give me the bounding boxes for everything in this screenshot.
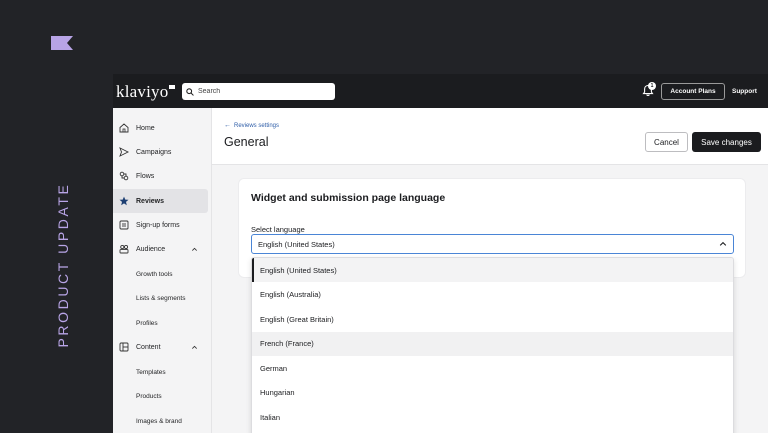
sidebar-item-label: Templates: [136, 368, 166, 376]
flows-icon: [119, 171, 129, 181]
arrow-left-icon: ←: [224, 122, 231, 129]
sidebar-item-audience[interactable]: Audience: [113, 237, 208, 261]
cancel-button[interactable]: Cancel: [645, 132, 688, 152]
home-icon: [119, 123, 129, 133]
account-plans-button[interactable]: Account Plans: [661, 83, 725, 100]
sidebar-item-label: Flows: [136, 172, 155, 180]
sidebar-item-flows[interactable]: Flows: [113, 164, 208, 188]
language-option-french-france[interactable]: French (France): [252, 331, 733, 356]
star-icon: [119, 196, 129, 206]
language-dropdown: English (United States) English (Austral…: [251, 257, 734, 433]
chevron-up-icon[interactable]: [191, 344, 198, 351]
sidebar-item-label: Reviews: [136, 197, 165, 205]
card-title: Widget and submission page language: [251, 192, 446, 204]
content-icon: [119, 342, 129, 352]
language-option-english-australia[interactable]: English (Australia): [252, 283, 733, 307]
sidebar-item-templates[interactable]: Templates: [113, 360, 208, 384]
language-option-english-great-britain[interactable]: English (Great Britain): [252, 307, 733, 331]
sidebar-item-label: Audience: [136, 245, 166, 253]
send-icon: [119, 147, 129, 157]
sidebar-item-home[interactable]: Home: [113, 116, 208, 140]
sidebar-item-images-brand[interactable]: Images & brand: [113, 409, 208, 433]
sidebar-item-growth-tools[interactable]: Growth tools: [113, 262, 208, 286]
audience-icon: [119, 244, 129, 254]
support-link[interactable]: Support: [732, 88, 757, 95]
search-icon: [186, 87, 194, 96]
sidebar-item-label: Lists & segments: [136, 294, 186, 302]
sidebar-item-profiles[interactable]: Profiles: [113, 311, 208, 335]
sidebar-item-label: Campaigns: [136, 148, 172, 156]
language-option-hungarian[interactable]: Hungarian: [252, 381, 733, 405]
sidebar-item-products[interactable]: Products: [113, 384, 208, 408]
chevron-up-icon[interactable]: [191, 246, 198, 253]
selected-language-value: English (United States): [258, 239, 335, 249]
language-option-german[interactable]: German: [252, 356, 733, 380]
sidebar-item-label: Growth tools: [136, 270, 173, 278]
sidebar-item-campaigns[interactable]: Campaigns: [113, 140, 208, 164]
sidebar-item-content[interactable]: Content: [113, 335, 208, 359]
logo[interactable]: klaviyo: [116, 82, 176, 102]
save-changes-button[interactable]: Save changes: [692, 132, 761, 152]
form-icon: [119, 220, 129, 230]
sidebar-item-label: Sign-up forms: [136, 221, 180, 229]
search-box[interactable]: [182, 83, 335, 100]
flag-icon: [51, 36, 73, 50]
select-language-label: Select language: [251, 225, 305, 234]
sidebar-item-label: Home: [136, 124, 155, 132]
page-title: General: [224, 135, 269, 149]
language-select[interactable]: English (United States): [251, 234, 734, 254]
sidebar-item-label: Content: [136, 343, 161, 351]
sidebar-item-label: Profiles: [136, 319, 158, 327]
sidebar-item-label: Images & brand: [136, 417, 182, 425]
product-update-caption: PRODUCT UPDATE: [55, 182, 71, 348]
language-option-english-us[interactable]: English (United States): [252, 258, 733, 282]
language-option-italian[interactable]: Italian: [252, 405, 733, 429]
sidebar-item-reviews[interactable]: Reviews: [113, 189, 208, 213]
breadcrumb[interactable]: ← Reviews settings: [224, 122, 279, 129]
sidebar-item-lists-segments[interactable]: Lists & segments: [113, 286, 208, 310]
logo-flag-icon: [169, 85, 176, 89]
notification-badge: 1: [648, 82, 656, 90]
sidebar: Home Campaigns Flows Reviews Sign-up for…: [113, 108, 212, 433]
chevron-up-icon[interactable]: [719, 240, 727, 248]
app-window: klaviyo 1 Account Plans Support Home Cam…: [113, 74, 768, 433]
top-bar: klaviyo 1 Account Plans Support: [113, 74, 768, 108]
sidebar-item-signup-forms[interactable]: Sign-up forms: [113, 213, 208, 237]
search-input[interactable]: [198, 88, 328, 95]
sidebar-item-label: Products: [136, 392, 162, 400]
back-link-label: Reviews settings: [234, 122, 280, 129]
page-header: ← Reviews settings General Cancel Save c…: [212, 108, 768, 165]
